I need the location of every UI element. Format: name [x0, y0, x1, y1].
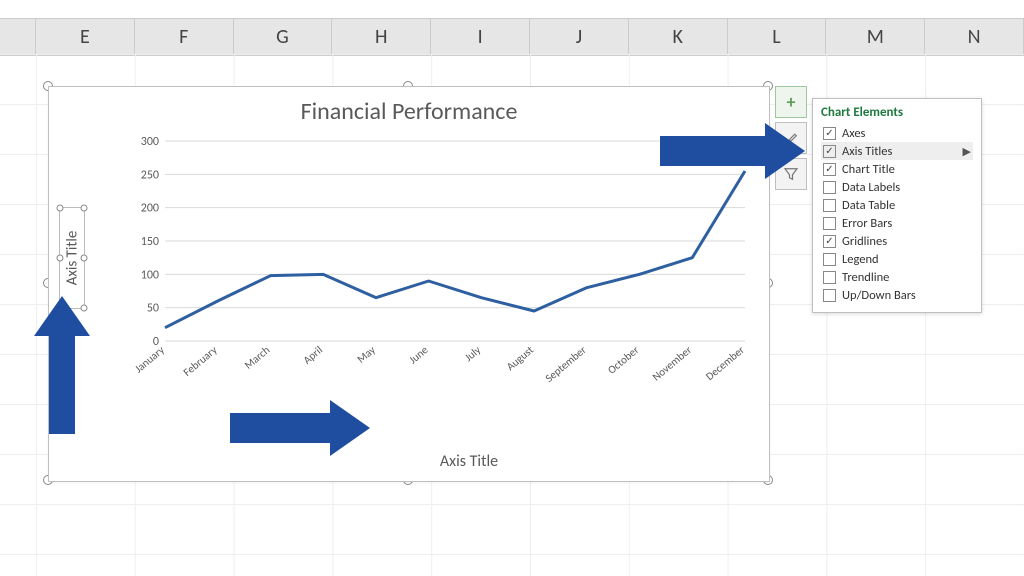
- chart-element-option-label: Error Bars: [842, 216, 892, 231]
- chart-element-option[interactable]: Data Table: [821, 196, 973, 214]
- chart-element-option[interactable]: Data Labels: [821, 178, 973, 196]
- column-header[interactable]: L: [728, 19, 827, 55]
- chart-element-option-label: Axis Titles: [842, 144, 892, 159]
- spreadsheet-area: EFGHIJKLMN Financial Performance Axis Ti…: [0, 0, 1024, 576]
- annotation-arrow-flyout: [765, 123, 805, 179]
- svg-text:November: November: [650, 343, 695, 383]
- svg-text:June: June: [406, 343, 430, 366]
- chart-element-option-label: Gridlines: [842, 234, 887, 249]
- column-header-row: EFGHIJKLMN: [0, 18, 1024, 56]
- svg-text:200: 200: [141, 202, 159, 216]
- column-header[interactable]: F: [135, 19, 234, 55]
- column-header[interactable]: H: [332, 19, 431, 55]
- svg-text:October: October: [605, 343, 641, 376]
- checkbox[interactable]: [823, 271, 836, 284]
- chart-element-option-label: Data Labels: [842, 180, 900, 195]
- chart-plot-area[interactable]: 050100150200250300JanuaryFebruaryMarchAp…: [131, 137, 753, 401]
- checkbox[interactable]: ✓: [823, 127, 836, 140]
- svg-text:January: January: [132, 343, 167, 375]
- chart-elements-button[interactable]: +: [775, 86, 807, 118]
- y-axis-title-text: Axis Title: [63, 231, 81, 286]
- chevron-right-icon: ▶: [963, 145, 971, 158]
- checkbox[interactable]: [823, 253, 836, 266]
- chart-element-option[interactable]: Legend: [821, 250, 973, 268]
- annotation-arrow-up-body: [49, 334, 75, 434]
- annotation-arrow-right-body: [230, 413, 330, 443]
- svg-text:250: 250: [141, 168, 159, 182]
- chart-element-option-label: Legend: [842, 252, 879, 267]
- svg-text:150: 150: [141, 235, 159, 249]
- column-header[interactable]: G: [234, 19, 333, 55]
- svg-text:April: April: [301, 343, 325, 366]
- chart-title[interactable]: Financial Performance: [49, 87, 769, 130]
- annotation-arrow-flyout-body: [660, 136, 765, 166]
- chart-element-option[interactable]: ✓ Axis Titles ▶: [821, 142, 973, 160]
- svg-text:July: July: [462, 343, 483, 364]
- svg-text:May: May: [355, 343, 378, 365]
- checkbox[interactable]: [823, 217, 836, 230]
- checkbox[interactable]: ✓: [823, 145, 836, 158]
- svg-text:September: September: [543, 343, 589, 385]
- checkbox[interactable]: [823, 289, 836, 302]
- column-header[interactable]: K: [629, 19, 728, 55]
- column-header[interactable]: M: [826, 19, 925, 55]
- checkbox[interactable]: [823, 199, 836, 212]
- chart-element-option[interactable]: ✓ Chart Title: [821, 160, 973, 178]
- chart-element-option[interactable]: Trendline: [821, 268, 973, 286]
- svg-text:February: February: [181, 343, 220, 379]
- chart-element-option[interactable]: Error Bars: [821, 214, 973, 232]
- annotation-arrow-up: [34, 296, 90, 336]
- x-axis-title[interactable]: Axis Title: [49, 452, 769, 471]
- svg-text:March: March: [242, 343, 273, 372]
- checkbox[interactable]: ✓: [823, 163, 836, 176]
- chart-elements-flyout: Chart Elements ✓ Axes ✓ Axis Titles ▶ ✓ Chart …: [812, 98, 982, 313]
- chart-element-option[interactable]: Up/Down Bars: [821, 286, 973, 304]
- svg-text:December: December: [703, 343, 747, 383]
- column-header[interactable]: I: [431, 19, 530, 55]
- column-header[interactable]: J: [530, 19, 629, 55]
- column-header[interactable]: E: [36, 19, 135, 55]
- y-axis-title[interactable]: Axis Title: [59, 207, 85, 309]
- chart-element-option-label: Trendline: [842, 270, 889, 285]
- svg-text:August: August: [504, 343, 536, 373]
- checkbox[interactable]: [823, 181, 836, 194]
- chart-element-option-label: Up/Down Bars: [842, 288, 916, 303]
- chart-element-option-label: Axes: [842, 126, 865, 141]
- svg-text:100: 100: [141, 268, 159, 282]
- chart-element-option-label: Chart Title: [842, 162, 895, 177]
- header-lead: [0, 19, 36, 55]
- svg-text:300: 300: [141, 137, 159, 149]
- flyout-title: Chart Elements: [821, 105, 973, 124]
- chart-element-option[interactable]: ✓ Axes: [821, 124, 973, 142]
- chart-element-option[interactable]: ✓ Gridlines: [821, 232, 973, 250]
- annotation-arrow-right: [330, 400, 370, 456]
- svg-text:50: 50: [147, 302, 159, 316]
- checkbox[interactable]: ✓: [823, 235, 836, 248]
- column-header[interactable]: N: [925, 19, 1024, 55]
- chart-element-option-label: Data Table: [842, 198, 895, 213]
- plus-icon: +: [787, 91, 796, 113]
